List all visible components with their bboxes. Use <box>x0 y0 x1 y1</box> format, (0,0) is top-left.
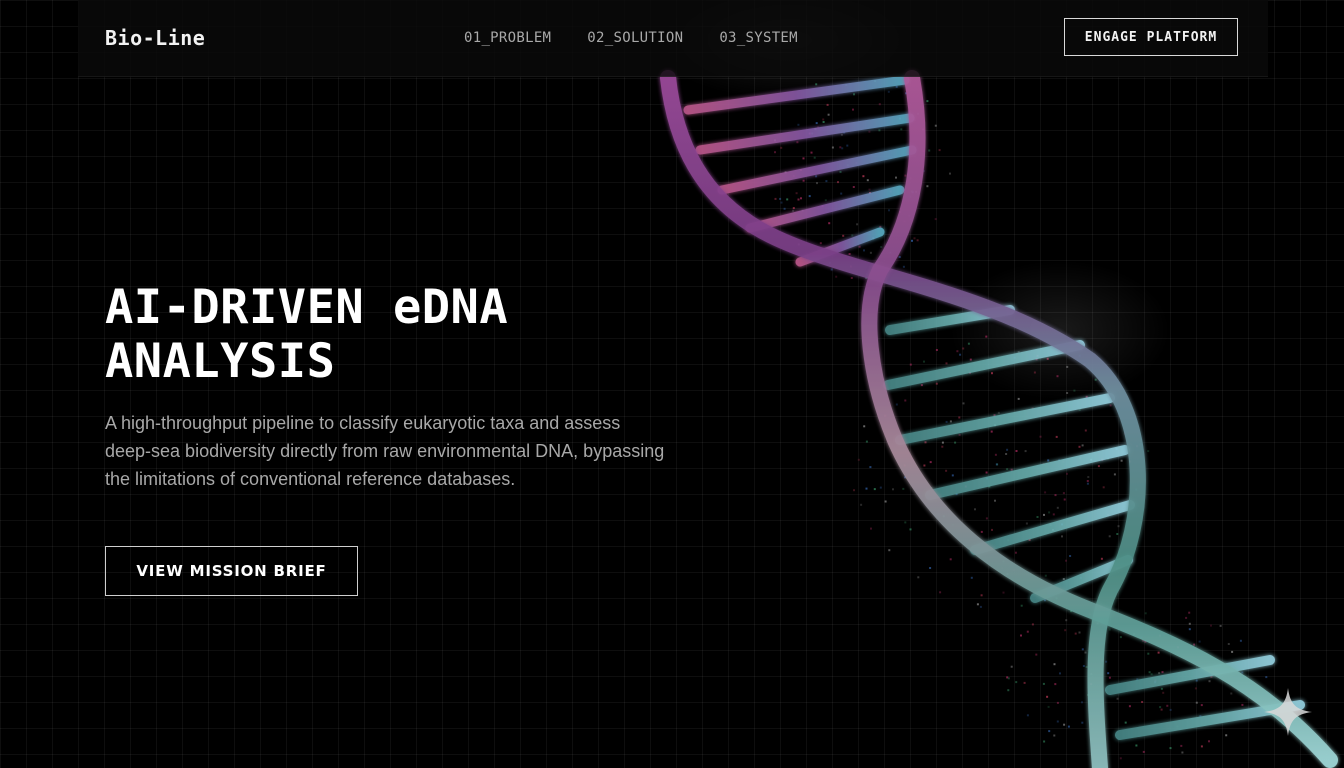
logo[interactable]: Bio-Line <box>105 26 205 50</box>
nav-link-problem[interactable]: 01_PROBLEM <box>464 30 551 46</box>
sparkle-icon <box>1262 686 1314 738</box>
site-header: Bio-Line 01_PROBLEM 02_SOLUTION 03_SYSTE… <box>78 0 1268 77</box>
nav-link-solution[interactable]: 02_SOLUTION <box>587 30 683 46</box>
view-mission-brief-button[interactable]: VIEW MISSION BRIEF <box>105 546 358 596</box>
main-nav: 01_PROBLEM 02_SOLUTION 03_SYSTEM <box>464 30 798 46</box>
engage-platform-button[interactable]: ENGAGE PLATFORM <box>1064 18 1238 56</box>
hero-description: A high-throughput pipeline to classify e… <box>105 413 665 489</box>
nav-link-system[interactable]: 03_SYSTEM <box>719 30 798 46</box>
hero-title-line-1: AI-DRIVEN eDNA <box>105 280 509 335</box>
hero-title: AI-DRIVEN eDNA ANALYSIS <box>105 281 508 389</box>
hero-title-line-2: ANALYSIS <box>105 334 336 389</box>
